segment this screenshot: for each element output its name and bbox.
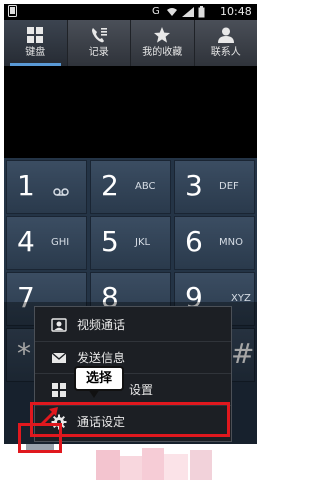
tab-contacts[interactable]: 联系人	[195, 20, 258, 66]
key-6[interactable]: 6 MNO	[174, 216, 255, 270]
key-letters: MNO	[219, 237, 243, 248]
menu-item-send-message[interactable]: 发送信息	[35, 341, 231, 374]
menu-item-video-call[interactable]: 视频通话	[35, 309, 231, 341]
keypad-icon	[24, 26, 46, 44]
callout-tail	[88, 389, 100, 398]
tab-keypad-label: 键盘	[25, 47, 46, 58]
tab-favorites-label: 我的收藏	[142, 47, 183, 58]
blur-block	[120, 456, 142, 480]
tab-favorites[interactable]: 我的收藏	[131, 20, 195, 66]
key-1[interactable]: 1	[6, 160, 87, 214]
key-digit: 6	[185, 225, 203, 258]
key-4[interactable]: 4 GHI	[6, 216, 87, 270]
tab-call-log-label: 记录	[88, 47, 109, 58]
menu-item-label: 视频通话	[77, 318, 126, 332]
g-signal-icon: G	[152, 6, 160, 17]
call-log-icon	[88, 26, 110, 44]
blur-block	[190, 450, 212, 480]
select-callout: 选择	[74, 366, 124, 391]
tab-keypad[interactable]: 键盘	[4, 20, 68, 66]
key-5[interactable]: 5 JKL	[90, 216, 171, 270]
key-digit: 4	[17, 225, 35, 258]
key-letters: DEF	[219, 181, 239, 192]
key-2[interactable]: 2 ABC	[90, 160, 171, 214]
status-bar: G 10:48	[4, 4, 257, 20]
key-digit: 5	[101, 225, 119, 258]
blur-block	[164, 454, 188, 480]
message-icon	[51, 350, 67, 366]
key-digit: 1	[17, 169, 35, 202]
tab-call-log[interactable]: 记录	[68, 20, 131, 66]
tab-contacts-label: 联系人	[210, 47, 241, 58]
menu-hardkey-highlight[interactable]	[18, 423, 62, 453]
key-letters: JKL	[135, 237, 151, 248]
dialer-tabs: 键盘 记录 我的收藏 联系人	[4, 20, 257, 66]
key-letters: GHI	[51, 237, 70, 248]
number-display	[4, 66, 257, 158]
blur-block	[96, 450, 120, 480]
contact-icon	[215, 26, 237, 44]
menu-item-label: 设置	[129, 383, 154, 397]
voicemail-icon	[53, 182, 69, 196]
screenshot-frame: G 10:48 键盘 记录 我的收藏 联系人 1 2 ABC 3 DEF 4 G…	[0, 0, 261, 484]
menu-item-label: 发送信息	[77, 351, 126, 365]
key-3[interactable]: 3 DEF	[174, 160, 255, 214]
speed-dial-icon	[51, 382, 67, 398]
key-letters: ABC	[135, 181, 156, 192]
video-call-icon	[51, 317, 67, 333]
status-time: 10:48	[220, 5, 252, 18]
key-digit: 2	[101, 169, 119, 202]
phone-screen: G 10:48 键盘 记录 我的收藏 联系人 1 2 ABC 3 DEF 4 G…	[4, 4, 257, 444]
blur-block	[142, 448, 164, 480]
star-icon	[151, 26, 173, 44]
key-digit: 3	[185, 169, 203, 202]
